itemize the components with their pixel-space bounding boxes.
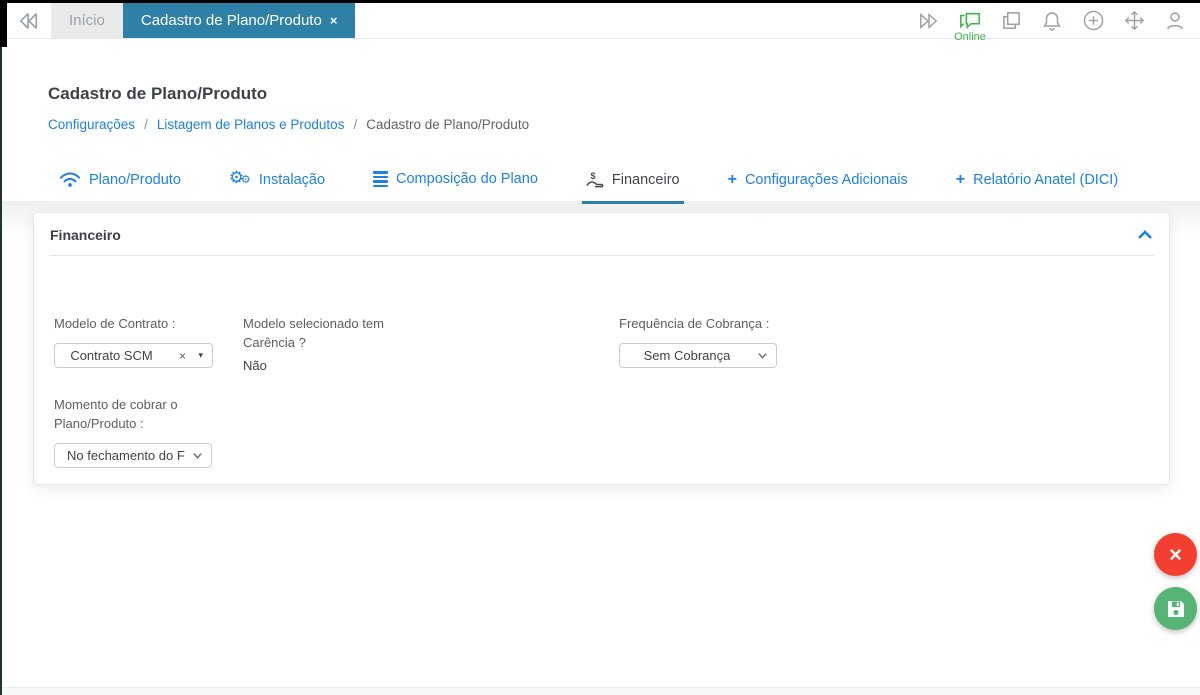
breadcrumb-listagem[interactable]: Listagem de Planos e Produtos — [157, 117, 345, 132]
breadcrumb: Configurações / Listagem de Planos e Pro… — [48, 117, 1200, 132]
online-status-label: Online — [954, 30, 986, 43]
dropdown-caret-icon[interactable]: ▾ — [198, 350, 203, 361]
page-title: Cadastro de Plano/Produto — [48, 84, 268, 103]
selected-value: Sem Cobrança — [643, 348, 731, 363]
field-label: Frequência de Cobrança : — [619, 316, 770, 331]
field-carencia: Modelo selecionado tem Carência ? Não — [243, 314, 403, 373]
tab-label: Plano/Produto — [89, 171, 181, 188]
window-left-edge-top — [0, 0, 7, 47]
chevron-down-icon — [193, 453, 202, 459]
list-bars-icon — [373, 171, 389, 188]
plus-icon: + — [727, 171, 737, 188]
plus-icon: + — [955, 171, 966, 188]
breadcrumb-configuracoes[interactable]: Configurações — [48, 117, 135, 132]
breadcrumb-separator: / — [353, 117, 358, 132]
tab-financeiro[interactable]: $ Financeiro — [581, 165, 684, 204]
save-button[interactable] — [1154, 587, 1197, 630]
breadcrumb-separator: / — [144, 117, 148, 132]
bell-icon[interactable] — [1041, 10, 1063, 32]
tabs-scroll-back-button[interactable] — [7, 3, 51, 38]
carencia-value: Não — [243, 358, 267, 373]
breadcrumb-current: Cadastro de Plano/Produto — [366, 117, 530, 132]
tab-label: Instalação — [258, 172, 326, 188]
panel-divider — [49, 255, 1154, 256]
tab-relatorio-anatel[interactable]: + Relatório Anatel (DICI) — [952, 165, 1122, 201]
momento-cobrar-select[interactable]: No fechamento do Fa — [54, 443, 212, 468]
collapse-panel-button[interactable] — [1137, 230, 1153, 240]
tab-configuracoes-adicionais[interactable]: + Configurações Adicionais — [724, 165, 912, 201]
wifi-icon — [59, 172, 81, 187]
cancel-x-icon: × — [1169, 541, 1182, 567]
svg-text:$: $ — [590, 171, 595, 181]
panel-title: Financeiro — [50, 227, 121, 243]
form-tabs: Plano/Produto ⚙ ⚙ Instalação Composição d… — [55, 165, 1122, 204]
collapsed-sidebar-strip — [0, 47, 2, 695]
window-tab-cadastro[interactable]: Cadastro de Plano/Produto × — [122, 3, 356, 38]
close-tab-icon[interactable]: × — [330, 13, 338, 28]
tab-label: Configurações Adicionais — [744, 172, 908, 188]
chevron-up-icon — [1138, 230, 1152, 239]
modelo-contrato-select[interactable]: Contrato SCM × ▾ — [54, 343, 213, 368]
tab-composicao-do-plano[interactable]: Composição do Plano — [369, 165, 542, 199]
window-tab-inicio[interactable]: Início — [51, 3, 123, 38]
copy-icon[interactable] — [1000, 10, 1022, 32]
field-modelo-contrato: Modelo de Contrato : Contrato SCM × ▾ — [54, 314, 244, 368]
tab-instalacao[interactable]: ⚙ ⚙ Instalação — [225, 165, 329, 201]
app-window: Início Cadastro de Plano/Produto × Onlin… — [0, 0, 1200, 695]
bottom-scrollbar-strip[interactable] — [2, 687, 1200, 695]
field-label: Momento de cobrar o Plano/Produto : — [54, 397, 178, 431]
hand-holding-dollar-icon: $ — [586, 171, 604, 188]
field-label: Modelo de Contrato : — [54, 316, 176, 331]
window-tab-label: Início — [69, 12, 105, 29]
panel-header: Financeiro — [34, 213, 1169, 255]
move-icon[interactable] — [1123, 10, 1145, 32]
gears-icon: ⚙ ⚙ — [228, 168, 251, 187]
tab-label: Relatório Anatel (DICI) — [973, 172, 1119, 188]
chevron-down-icon — [758, 353, 767, 359]
topbar-icons: Online — [918, 3, 1200, 43]
fast-forward-icon[interactable] — [918, 10, 940, 32]
chat-support-icon[interactable]: Online — [954, 10, 986, 43]
cancel-button[interactable]: × — [1154, 533, 1197, 576]
topbar: Início Cadastro de Plano/Produto × Onlin… — [7, 3, 1200, 43]
selected-value: Contrato SCM — [70, 348, 153, 363]
selected-value: No fechamento do Fa — [67, 448, 185, 463]
frequencia-cobranca-select[interactable]: Sem Cobrança — [619, 343, 777, 368]
double-chevron-left-icon — [19, 12, 38, 29]
clear-selection-icon[interactable]: × — [179, 349, 186, 363]
field-frequencia-cobranca: Frequência de Cobrança : Sem Cobrança — [619, 314, 819, 368]
tab-label: Financeiro — [611, 172, 680, 188]
tab-label: Composição do Plano — [396, 171, 538, 188]
field-momento-cobrar: Momento de cobrar o Plano/Produto : No f… — [54, 395, 244, 468]
field-label: Modelo selecionado tem Carência ? — [243, 316, 384, 350]
financeiro-panel: Financeiro Modelo de Contrato : Contrato… — [33, 212, 1170, 485]
user-icon[interactable] — [1164, 10, 1186, 32]
window-top-edge — [0, 0, 1200, 3]
plus-circle-icon[interactable] — [1082, 10, 1104, 32]
floppy-disk-icon — [1167, 600, 1184, 617]
page-head: Cadastro de Plano/Produto Configurações … — [7, 39, 1200, 132]
tab-plano-produto[interactable]: Plano/Produto — [55, 165, 185, 200]
window-tab-label: Cadastro de Plano/Produto — [140, 12, 322, 29]
